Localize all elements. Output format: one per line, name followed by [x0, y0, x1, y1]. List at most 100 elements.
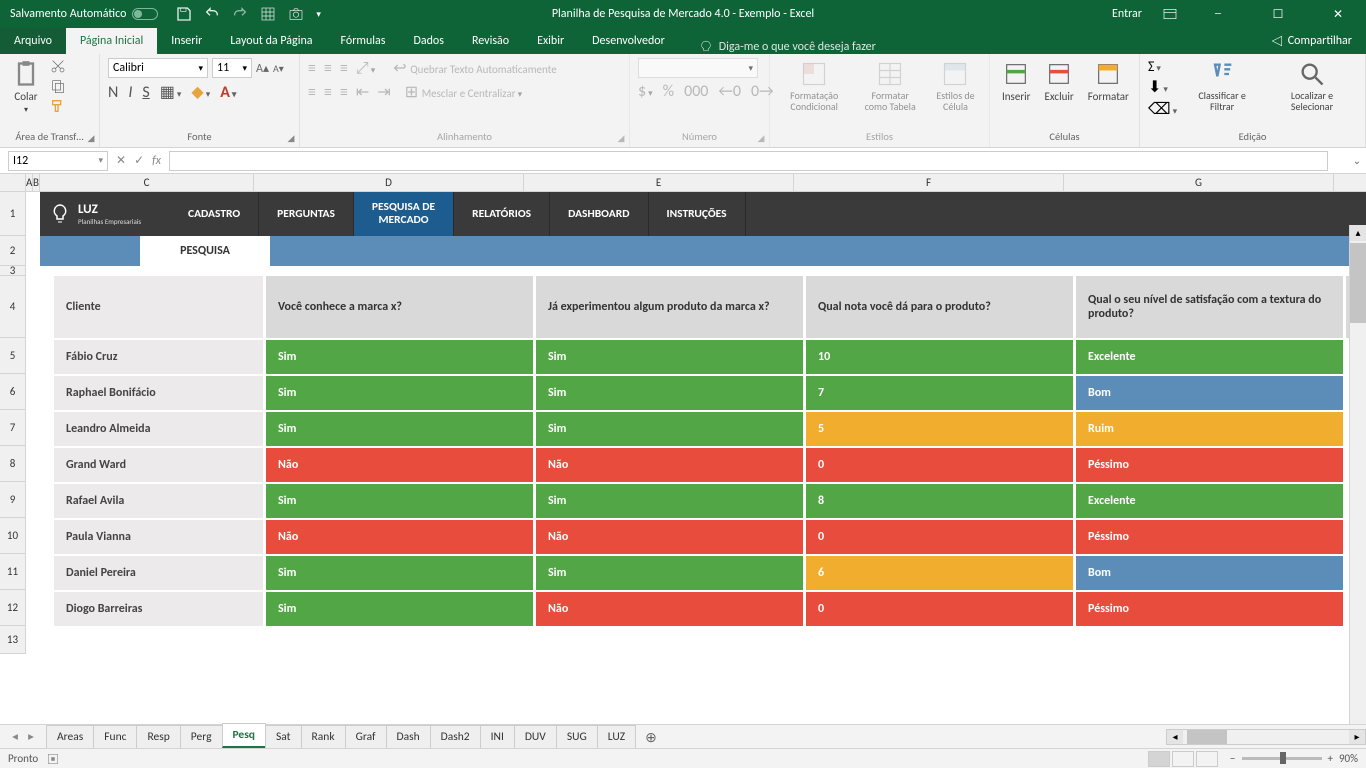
row-header-10[interactable]: 10	[0, 518, 26, 554]
spreadsheet-grid[interactable]: 12345678910111213 LUZPlanilhas Empresari…	[0, 192, 1366, 697]
ribbon-tab-inserir[interactable]: Inserir	[157, 28, 216, 54]
scroll-thumb[interactable]	[1350, 243, 1366, 323]
cell-q1[interactable]: Não	[266, 518, 536, 554]
row-header-5[interactable]: 5	[0, 338, 26, 374]
cell-q1[interactable]: Sim	[266, 338, 536, 374]
cell-q1[interactable]: Sim	[266, 590, 536, 626]
font-dialog-launcher[interactable]: ◢	[285, 133, 297, 145]
autosave-toggle[interactable]: Salvamento Automático	[10, 7, 158, 21]
accounting-format-icon[interactable]: $	[638, 82, 653, 101]
sheetnav-instruções[interactable]: INSTRUÇÕES	[649, 192, 746, 236]
row-header-2[interactable]: 2	[0, 236, 26, 266]
row-header-8[interactable]: 8	[0, 446, 26, 482]
cell-q1[interactable]: Sim	[266, 554, 536, 590]
row-header-6[interactable]: 6	[0, 374, 26, 410]
font-name-combo[interactable]: Calibri▾	[108, 58, 208, 78]
clear-button[interactable]: ⌫	[1148, 99, 1177, 119]
col-header-a[interactable]: A	[26, 174, 33, 191]
sheet-tab-areas[interactable]: Areas	[46, 725, 94, 748]
underline-button[interactable]: S	[142, 83, 149, 102]
ribbon-tab-revisão[interactable]: Revisão	[458, 28, 523, 54]
fill-button[interactable]: ⬇	[1148, 77, 1177, 97]
font-color-button[interactable]: A	[220, 83, 236, 102]
sort-filter-button[interactable]: Classificar e Filtrar	[1183, 58, 1261, 114]
fx-icon[interactable]: fx	[152, 154, 161, 168]
cell-q4[interactable]: Excelente	[1076, 338, 1346, 374]
find-select-button[interactable]: Localizar e Selecionar	[1267, 58, 1357, 114]
font-size-combo[interactable]: 11▾	[212, 58, 252, 78]
cell-q3[interactable]: 5	[806, 410, 1076, 446]
scroll-up-icon[interactable]: ▴	[1350, 225, 1366, 241]
col-header-e[interactable]: E	[524, 174, 794, 191]
tab-scroll-left-icon[interactable]: ◂	[8, 729, 22, 744]
cell-q4[interactable]: Péssimo	[1076, 518, 1346, 554]
zoom-slider[interactable]	[1242, 757, 1322, 760]
cancel-formula-icon[interactable]: ✕	[116, 153, 126, 168]
align-left-icon[interactable]: ≡	[308, 83, 316, 102]
tab-scroll-right-icon[interactable]: ▸	[24, 729, 38, 744]
row-header-1[interactable]: 1	[0, 192, 26, 236]
cell-q3[interactable]: 6	[806, 554, 1076, 590]
ribbon-tab-página-inicial[interactable]: Página Inicial	[66, 28, 157, 54]
format-painter-icon[interactable]	[50, 98, 66, 114]
sheetnav-perguntas[interactable]: PERGUNTAS	[259, 192, 354, 236]
insert-cells-button[interactable]: Inserir	[998, 58, 1035, 105]
delete-cells-button[interactable]: Excluir	[1041, 58, 1078, 105]
sheetnav-pesquisa-de-mercado[interactable]: PESQUISA DEMERCADO	[354, 192, 454, 236]
row-header-13[interactable]: 13	[0, 626, 26, 654]
copy-icon[interactable]	[50, 78, 66, 94]
normal-view-button[interactable]	[1148, 751, 1170, 767]
cell-q1[interactable]: Sim	[266, 374, 536, 410]
file-tab[interactable]: Arquivo	[0, 28, 66, 54]
cell-client[interactable]: Daniel Pereira	[54, 554, 266, 590]
fill-color-button[interactable]: ◆	[191, 82, 210, 102]
sheetnav-dashboard[interactable]: DASHBOARD	[550, 192, 648, 236]
cell-client[interactable]: Raphael Bonifácio	[54, 374, 266, 410]
italic-button[interactable]: I	[128, 83, 132, 102]
sheet-tab-dash2[interactable]: Dash2	[430, 725, 481, 748]
paste-button[interactable]: Colar ▾	[8, 58, 44, 117]
close-button[interactable]: ✕	[1318, 0, 1358, 28]
autosum-button[interactable]: Σ	[1148, 58, 1177, 75]
cell-q1[interactable]: Não	[266, 446, 536, 482]
scroll-right-icon[interactable]: ▸	[1349, 730, 1365, 744]
cell-client[interactable]: Paula Vianna	[54, 518, 266, 554]
sheet-tab-func[interactable]: Func	[93, 725, 137, 748]
tell-me-search[interactable]: Diga-me o que você deseja fazer	[699, 40, 876, 54]
col-header-b[interactable]: B	[33, 174, 40, 191]
row-header-7[interactable]: 7	[0, 410, 26, 446]
cell-q4[interactable]: Ruim	[1076, 410, 1346, 446]
percent-format-icon[interactable]: %	[663, 82, 674, 101]
cell-client[interactable]: Rafael Avila	[54, 482, 266, 518]
cell-q4[interactable]: Bom	[1076, 374, 1346, 410]
page-layout-view-button[interactable]	[1172, 751, 1194, 767]
share-button[interactable]: Compartilhar	[1256, 28, 1366, 54]
save-icon[interactable]	[176, 6, 192, 22]
cell-q2[interactable]: Sim	[536, 482, 806, 518]
row-header-4[interactable]: 4	[0, 276, 26, 338]
macro-recorder-icon[interactable]	[46, 752, 60, 766]
increase-decimal-icon[interactable]: ←0	[718, 82, 741, 101]
undo-icon[interactable]	[204, 6, 220, 22]
sheet-tab-sug[interactable]: SUG	[556, 725, 598, 748]
cell-q3[interactable]: 0	[806, 518, 1076, 554]
ribbon-tab-desenvolvedor[interactable]: Desenvolvedor	[578, 28, 679, 54]
cell-q3[interactable]: 10	[806, 338, 1076, 374]
qat-dropdown-icon[interactable]: ▾	[316, 9, 321, 20]
col-header-d[interactable]: D	[254, 174, 524, 191]
cell-client[interactable]: Fábio Cruz	[54, 338, 266, 374]
decrease-font-icon[interactable]: A▾	[273, 62, 284, 75]
cell-q2[interactable]: Sim	[536, 410, 806, 446]
enter-formula-icon[interactable]: ✓	[134, 153, 144, 168]
cell-q4[interactable]: Bom	[1076, 554, 1346, 590]
vertical-scrollbar[interactable]: ▴	[1349, 225, 1366, 724]
number-format-combo[interactable]: ▾	[638, 58, 758, 78]
align-center-icon[interactable]: ≡	[324, 83, 332, 102]
cell-q2[interactable]: Sim	[536, 374, 806, 410]
ribbon-display-icon[interactable]	[1162, 6, 1178, 22]
horizontal-scrollbar[interactable]: ◂ ▸	[1166, 729, 1366, 745]
comma-format-icon[interactable]: 000	[684, 82, 708, 101]
sheetnav-cadastro[interactable]: CADASTRO	[170, 192, 259, 236]
row-header-11[interactable]: 11	[0, 554, 26, 590]
border-button[interactable]: ▦	[160, 82, 182, 102]
